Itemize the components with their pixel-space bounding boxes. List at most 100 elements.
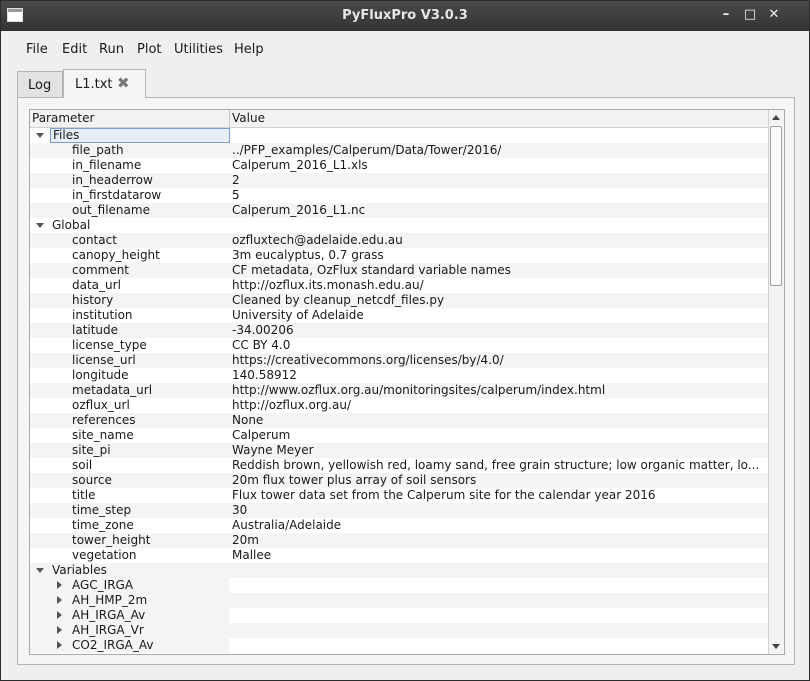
parameter-value[interactable]: http://ozflux.org.au/ <box>232 398 351 413</box>
tree-row[interactable]: canopy_height 3m eucalyptus, 0.7 grass <box>30 248 770 263</box>
parameter-value[interactable]: Mallee <box>232 548 271 563</box>
tree-row[interactable]: ozflux_url http://ozflux.org.au/ <box>30 398 770 413</box>
expand-arrow-icon[interactable] <box>57 626 62 634</box>
parameter-value[interactable]: Australia/Adelaide <box>232 518 341 533</box>
tree-row[interactable]: contact ozfluxtech@adelaide.edu.au <box>30 233 770 248</box>
tree-row[interactable]: references None <box>30 413 770 428</box>
parameter-name: soil <box>72 458 93 472</box>
tree-row[interactable]: metadata_url http://www.ozflux.org.au/mon… <box>30 383 770 398</box>
parameter-value[interactable]: 140.58912 <box>232 368 297 383</box>
parameter-value[interactable]: 2 <box>232 173 240 188</box>
menu-file[interactable]: File <box>26 42 48 57</box>
parameter-value[interactable]: Calperum <box>232 428 290 443</box>
tree-variable-row[interactable]: AGC_IRGA <box>30 578 770 593</box>
menu-bar: File Edit Run Plot Utilities Help <box>1 39 809 61</box>
parameter-tree[interactable]: Parameter Value Files file_path ../PFP_exa… <box>29 109 785 655</box>
tree-section-row[interactable]: Global <box>30 218 770 233</box>
expand-arrow-icon[interactable] <box>57 581 62 589</box>
scroll-down-arrow-icon[interactable] <box>772 644 780 649</box>
tree-variable-row[interactable]: CO2_IRGA_Av <box>30 638 770 653</box>
parameter-value[interactable]: -34.00206 <box>232 323 294 338</box>
tree-row[interactable]: out_filename Calperum_2016_L1.nc <box>30 203 770 218</box>
tree-row[interactable]: site_pi Wayne Meyer <box>30 443 770 458</box>
parameter-value[interactable]: Wayne Meyer <box>232 443 314 458</box>
maximize-button[interactable]: □ <box>742 7 758 23</box>
parameter-value[interactable]: Calperum_2016_L1.nc <box>232 203 365 218</box>
parameter-name: Files <box>50 128 230 143</box>
parameter-value[interactable]: https://creativecommons.org/licenses/by/… <box>232 353 504 368</box>
parameter-name: site_name <box>72 428 134 442</box>
parameter-name: metadata_url <box>72 383 153 397</box>
expand-arrow-icon[interactable] <box>57 641 62 649</box>
tree-row[interactable]: time_step 30 <box>30 503 770 518</box>
scrollbar-thumb[interactable] <box>770 126 782 286</box>
expand-arrow-icon[interactable] <box>57 596 62 604</box>
parameter-value[interactable]: CF metadata, OzFlux standard variable na… <box>232 263 511 278</box>
parameter-value[interactable]: ../PFP_examples/Calperum/Data/Tower/2016… <box>232 143 501 158</box>
tree-section-row[interactable]: Variables <box>30 563 770 578</box>
tree-row[interactable]: file_path ../PFP_examples/Calperum/Data/T… <box>30 143 770 158</box>
parameter-name: site_pi <box>72 443 111 457</box>
parameter-value[interactable]: http://www.ozflux.org.au/monitoringsites… <box>232 383 605 398</box>
tree-variable-row[interactable]: AH_IRGA_Av <box>30 608 770 623</box>
menu-run[interactable]: Run <box>99 42 124 57</box>
close-tab-icon[interactable]: ✖ <box>117 74 130 92</box>
menu-help[interactable]: Help <box>234 42 264 57</box>
tab-l1-txt[interactable]: L1.txt ✖ <box>63 69 146 98</box>
tree-row[interactable]: comment CF metadata, OzFlux standard vari… <box>30 263 770 278</box>
tab-log[interactable]: Log <box>17 71 63 97</box>
parameter-value[interactable]: Calperum_2016_L1.xls <box>232 158 368 173</box>
menu-plot[interactable]: Plot <box>137 42 162 57</box>
menu-utilities[interactable]: Utilities <box>174 42 223 57</box>
parameter-value[interactable]: Reddish brown, yellowish red, loamy sand… <box>232 458 759 473</box>
tree-row[interactable]: longitude 140.58912 <box>30 368 770 383</box>
tree-row[interactable]: tower_height 20m <box>30 533 770 548</box>
collapse-arrow-icon[interactable] <box>36 223 44 228</box>
scroll-up-arrow-icon[interactable] <box>772 115 780 120</box>
close-button[interactable]: ✕ <box>766 7 782 23</box>
menu-edit[interactable]: Edit <box>62 42 87 57</box>
column-header-value[interactable]: Value <box>232 111 265 125</box>
column-header-parameter[interactable]: Parameter <box>32 111 94 125</box>
tree-row[interactable]: license_type CC BY 4.0 <box>30 338 770 353</box>
parameter-value[interactable]: None <box>232 413 263 428</box>
parameter-value[interactable]: 30 <box>232 503 247 518</box>
tree-row[interactable]: soil Reddish brown, yellowish red, loamy … <box>30 458 770 473</box>
tree-row[interactable]: title Flux tower data set from the Calper… <box>30 488 770 503</box>
parameter-value[interactable]: http://ozflux.its.monash.edu.au/ <box>232 278 424 293</box>
vertical-scrollbar[interactable] <box>768 110 784 654</box>
column-divider[interactable] <box>229 110 230 127</box>
tree-row[interactable]: site_name Calperum <box>30 428 770 443</box>
parameter-value[interactable]: 20m <box>232 533 259 548</box>
tree-variable-row[interactable]: AH_HMP_2m <box>30 593 770 608</box>
parameter-value[interactable]: University of Adelaide <box>232 308 364 323</box>
minimize-button[interactable]: – <box>718 7 734 23</box>
tree-row[interactable]: vegetation Mallee <box>30 548 770 563</box>
parameter-value[interactable]: Cleaned by cleanup_netcdf_files.py <box>232 293 444 308</box>
parameter-value[interactable]: 20m flux tower plus array of soil sensor… <box>232 473 476 488</box>
tree-row[interactable]: license_url https://creativecommons.org/l… <box>30 353 770 368</box>
tree-section-row[interactable]: Files <box>30 128 770 143</box>
expand-arrow-icon[interactable] <box>57 611 62 619</box>
tree-row[interactable]: in_filename Calperum_2016_L1.xls <box>30 158 770 173</box>
tree-row[interactable]: institution University of Adelaide <box>30 308 770 323</box>
parameter-value[interactable]: CC BY 4.0 <box>232 338 290 353</box>
parameter-value[interactable]: Flux tower data set from the Calperum si… <box>232 488 656 503</box>
tree-row[interactable]: in_firstdatarow 5 <box>30 188 770 203</box>
tree-row[interactable]: in_headerrow 2 <box>30 173 770 188</box>
parameter-name: AH_HMP_2m <box>72 593 148 607</box>
collapse-arrow-icon[interactable] <box>36 133 44 138</box>
collapse-arrow-icon[interactable] <box>36 568 44 573</box>
parameter-name: source <box>72 473 112 487</box>
tree-row[interactable]: data_url http://ozflux.its.monash.edu.au/ <box>30 278 770 293</box>
tree-row[interactable]: latitude -34.00206 <box>30 323 770 338</box>
tree-row[interactable]: source 20m flux tower plus array of soil … <box>30 473 770 488</box>
parameter-value[interactable]: ozfluxtech@adelaide.edu.au <box>232 233 403 248</box>
parameter-name: AGC_IRGA <box>72 578 134 592</box>
parameter-name: title <box>72 488 96 502</box>
tree-row[interactable]: time_zone Australia/Adelaide <box>30 518 770 533</box>
parameter-value[interactable]: 5 <box>232 188 240 203</box>
tree-variable-row[interactable]: AH_IRGA_Vr <box>30 623 770 638</box>
parameter-value[interactable]: 3m eucalyptus, 0.7 grass <box>232 248 384 263</box>
tree-row[interactable]: history Cleaned by cleanup_netcdf_files.p… <box>30 293 770 308</box>
